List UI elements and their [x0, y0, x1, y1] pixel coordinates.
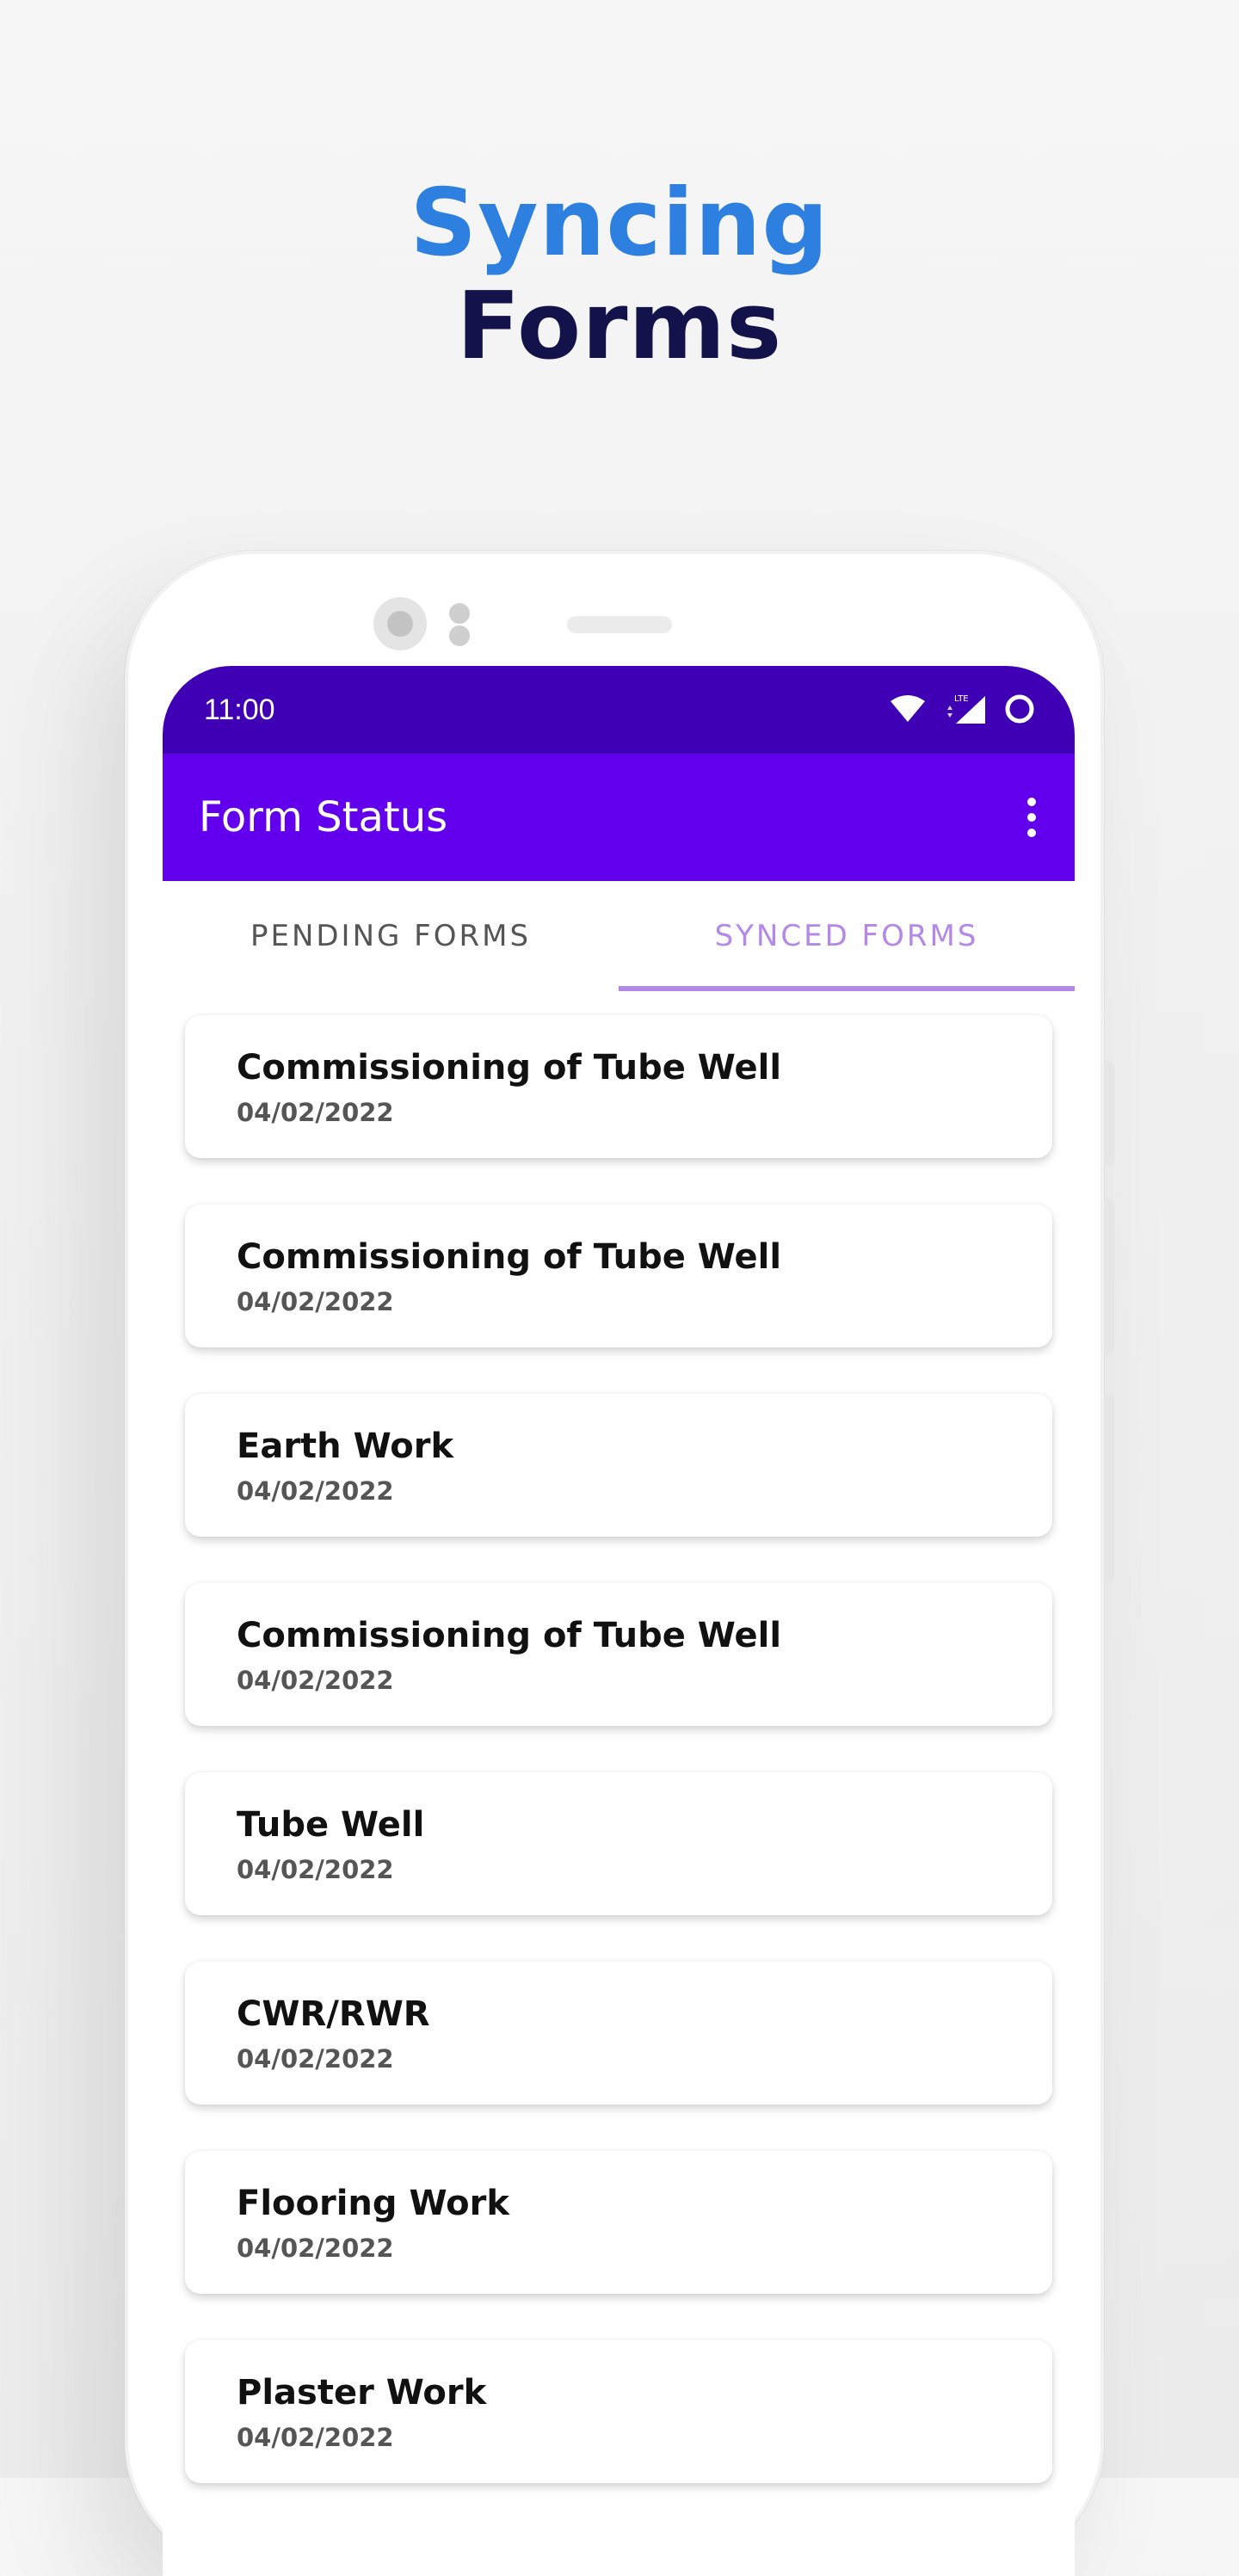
form-name: Flooring Work [237, 2184, 509, 2223]
form-list-item[interactable]: Tube Well 04/02/2022 [185, 1772, 1052, 1915]
form-date: 04/02/2022 [237, 1666, 394, 1695]
app-bar-title: Form Status [199, 793, 448, 841]
synced-form-list: Commissioning of Tube Well 04/02/2022 Co… [163, 991, 1075, 2483]
form-name: Tube Well [237, 1805, 425, 1845]
form-list-item[interactable]: Commissioning of Tube Well 04/02/2022 [185, 1015, 1052, 1158]
form-list-item[interactable]: CWR/RWR 04/02/2022 [185, 1962, 1052, 2105]
form-name: Plaster Work [237, 2373, 487, 2413]
form-name: Earth Work [237, 1427, 454, 1466]
headline-line-forms: Forms [456, 273, 783, 380]
tab-synced-forms[interactable]: SYNCED FORMS [619, 881, 1075, 991]
form-tabs: PENDING FORMS SYNCED FORMS [163, 881, 1075, 991]
light-sensor [449, 626, 470, 646]
lte-signal-icon: LTE [947, 694, 985, 724]
battery-ring-icon [1005, 694, 1034, 724]
form-date: 04/02/2022 [237, 2423, 394, 2452]
form-name: Commissioning of Tube Well [237, 1237, 782, 1277]
status-bar: 11:00 LTE [163, 666, 1075, 754]
status-icons: LTE [889, 692, 1037, 726]
tab-pending-forms-label: PENDING FORMS [250, 919, 532, 953]
active-tab-indicator [619, 986, 1075, 991]
form-list-item[interactable]: Commissioning of Tube Well 04/02/2022 [185, 1205, 1052, 1347]
form-date: 04/02/2022 [237, 2044, 394, 2074]
form-list-item[interactable]: Earth Work 04/02/2022 [185, 1394, 1052, 1537]
volume-up-button [1104, 1062, 1114, 1165]
form-name: Commissioning of Tube Well [237, 1048, 782, 1088]
phone-screen: 11:00 LTE Form Status PENDING FORMS SYNC… [163, 666, 1075, 2576]
tab-synced-forms-label: SYNCED FORMS [714, 919, 979, 953]
power-button [1104, 1393, 1114, 1582]
form-list-item[interactable]: Flooring Work 04/02/2022 [185, 2151, 1052, 2294]
app-bar: Form Status [163, 754, 1075, 881]
svg-text:LTE: LTE [954, 694, 969, 704]
form-list-item[interactable]: Commissioning of Tube Well 04/02/2022 [185, 1583, 1052, 1726]
proximity-sensor [449, 603, 470, 624]
form-date: 04/02/2022 [237, 1098, 394, 1127]
phone-frame: 11:00 LTE Form Status PENDING FORMS SYNC… [125, 551, 1114, 2576]
form-date: 04/02/2022 [237, 2234, 394, 2263]
volume-down-button [1104, 1199, 1114, 1354]
form-date: 04/02/2022 [237, 1476, 394, 1506]
front-camera [373, 597, 427, 650]
promo-headline: Syncing Forms [0, 172, 1239, 379]
form-list-item[interactable]: Plaster Work 04/02/2022 [185, 2340, 1052, 2483]
status-time: 11:00 [204, 693, 275, 726]
tab-pending-forms[interactable]: PENDING FORMS [163, 881, 619, 991]
wifi-icon [891, 695, 925, 722]
earpiece-speaker [567, 616, 672, 633]
more-vert-icon[interactable] [1014, 792, 1049, 843]
form-name: CWR/RWR [237, 1994, 430, 2034]
form-name: Commissioning of Tube Well [237, 1616, 782, 1655]
headline-line-syncing: Syncing [410, 169, 829, 277]
form-date: 04/02/2022 [237, 1855, 394, 1884]
form-date: 04/02/2022 [237, 1287, 394, 1316]
